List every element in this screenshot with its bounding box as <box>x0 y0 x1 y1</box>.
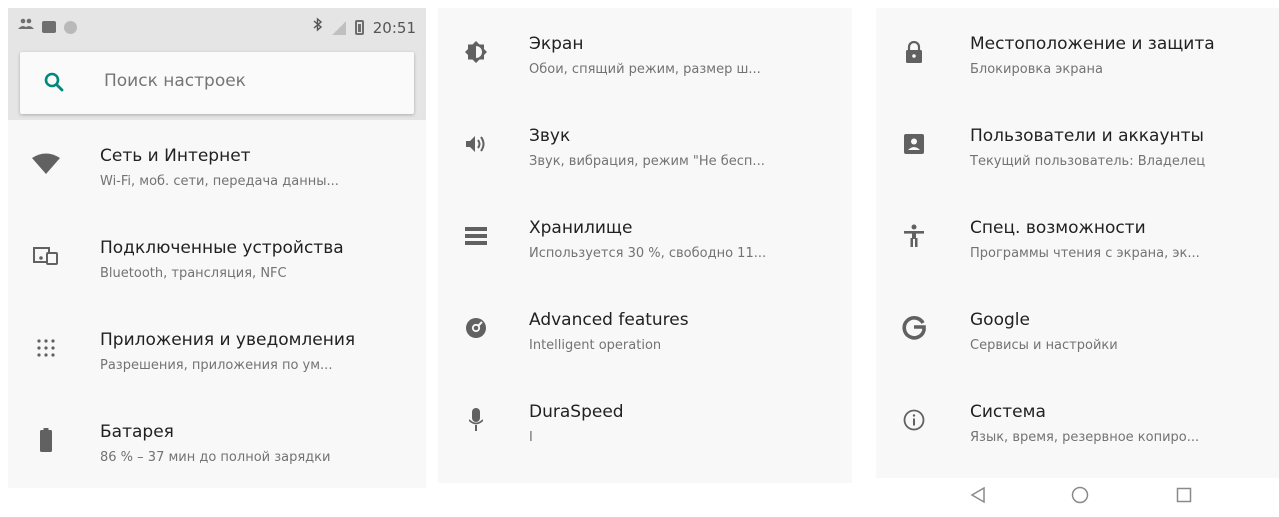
settings-item-subtitle: I <box>529 430 533 445</box>
home-icon <box>1071 486 1089 504</box>
settings-item-subtitle: Wi-Fi, моб. сети, передача данны... <box>100 174 339 189</box>
wifi-icon <box>32 150 60 178</box>
navigation-bar <box>876 478 1279 517</box>
settings-item-title: Батарея <box>100 422 174 442</box>
settings-item-battery[interactable]: Батарея 86 % – 37 мин до полной зарядки <box>8 396 426 488</box>
settings-item-title: Спец. возможности <box>970 218 1146 238</box>
back-button[interactable] <box>970 486 986 509</box>
settings-item-apps[interactable]: Приложения и уведомления Разрешения, при… <box>8 304 426 396</box>
circle-icon <box>64 20 77 34</box>
lock-icon <box>900 38 928 66</box>
duraspeed-icon <box>462 406 490 434</box>
settings-item-title: Экран <box>529 34 584 54</box>
settings-item-title: Местоположение и защита <box>970 34 1215 54</box>
settings-item-title: DuraSpeed <box>529 402 624 422</box>
settings-item-subtitle: Программы чтения с экрана, эк... <box>970 246 1200 261</box>
settings-item-duraspeed[interactable]: DuraSpeed I <box>438 376 852 468</box>
people-icon <box>18 18 34 36</box>
settings-item-title: Google <box>970 310 1030 330</box>
settings-panel-middle: Экран Обои, спящий режим, размер ш... Зв… <box>438 8 852 483</box>
settings-item-title: Advanced features <box>529 310 689 330</box>
settings-item-subtitle: Сервисы и настройки <box>970 338 1118 353</box>
storage-icon <box>462 222 490 250</box>
accessibility-icon <box>900 222 928 250</box>
settings-item-users-accounts[interactable]: Пользователи и аккаунты Текущий пользова… <box>876 100 1279 192</box>
settings-panel-right: Местоположение и защита Блокировка экран… <box>876 8 1279 517</box>
info-icon <box>900 406 928 434</box>
settings-item-storage[interactable]: Хранилище Используется 30 %, свободно 11… <box>438 192 852 284</box>
settings-item-title: Сеть и Интернет <box>100 146 251 166</box>
settings-item-title: Звук <box>529 126 571 146</box>
settings-item-network[interactable]: Сеть и Интернет Wi-Fi, моб. сети, переда… <box>8 120 426 212</box>
settings-item-accessibility[interactable]: Спец. возможности Программы чтения с экр… <box>876 192 1279 284</box>
recents-button[interactable] <box>1176 486 1192 508</box>
home-button[interactable] <box>1071 486 1089 509</box>
status-time: 20:51 <box>372 18 416 37</box>
settings-item-title: Приложения и уведомления <box>100 330 356 350</box>
settings-item-subtitle: Разрешения, приложения по ум... <box>100 358 333 373</box>
settings-item-connected-devices[interactable]: Подключенные устройства Bluetooth, транс… <box>8 212 426 304</box>
battery-status-icon <box>354 20 364 35</box>
settings-panel-left: 20:51 Поиск настроек Сеть и Интернет Wi-… <box>8 8 426 500</box>
battery-icon <box>32 426 60 454</box>
settings-item-subtitle: Язык, время, резервное копиро... <box>970 430 1200 445</box>
settings-item-subtitle: Bluetooth, трансляция, NFC <box>100 266 287 281</box>
volume-icon <box>462 130 490 158</box>
settings-item-title: Подключенные устройства <box>100 238 344 258</box>
signal-icon <box>331 20 346 35</box>
settings-item-advanced-features[interactable]: Advanced features Intelligent operation <box>438 284 852 376</box>
settings-item-subtitle: 86 % – 37 мин до полной зарядки <box>100 450 331 465</box>
brightness-icon <box>462 38 490 66</box>
settings-item-subtitle: Звук, вибрация, режим "Не бесп... <box>529 154 765 169</box>
settings-item-subtitle: Intelligent operation <box>529 338 662 353</box>
settings-item-subtitle: Блокировка экрана <box>970 62 1103 77</box>
google-icon <box>900 314 928 342</box>
search-area: Поиск настроек <box>8 46 426 126</box>
account-icon <box>900 130 928 158</box>
recents-icon <box>1176 487 1192 503</box>
settings-item-subtitle: Текущий пользователь: Владелец <box>970 154 1206 169</box>
search-icon <box>42 70 66 94</box>
settings-item-subtitle: Обои, спящий режим, размер ш... <box>529 62 761 77</box>
settings-item-system[interactable]: Система Язык, время, резервное копиро... <box>876 376 1279 468</box>
settings-item-title: Хранилище <box>529 218 633 238</box>
bluetooth-icon <box>313 17 323 38</box>
settings-item-display[interactable]: Экран Обои, спящий режим, размер ш... <box>438 8 852 100</box>
settings-item-location-security[interactable]: Местоположение и защита Блокировка экран… <box>876 8 1279 100</box>
settings-item-title: Система <box>970 402 1046 422</box>
advanced-features-icon <box>462 314 490 342</box>
search-placeholder: Поиск настроек <box>104 71 246 91</box>
devices-icon <box>32 242 60 270</box>
apps-icon <box>32 334 60 362</box>
settings-item-title: Пользователи и аккаунты <box>970 126 1204 146</box>
status-bar: 20:51 <box>8 8 426 46</box>
settings-item-google[interactable]: Google Сервисы и настройки <box>876 284 1279 376</box>
settings-item-subtitle: Используется 30 %, свободно 11... <box>529 246 767 261</box>
search-bar[interactable]: Поиск настроек <box>20 52 414 114</box>
image-icon <box>42 21 56 33</box>
settings-item-sound[interactable]: Звук Звук, вибрация, режим "Не бесп... <box>438 100 852 192</box>
back-icon <box>970 486 985 504</box>
